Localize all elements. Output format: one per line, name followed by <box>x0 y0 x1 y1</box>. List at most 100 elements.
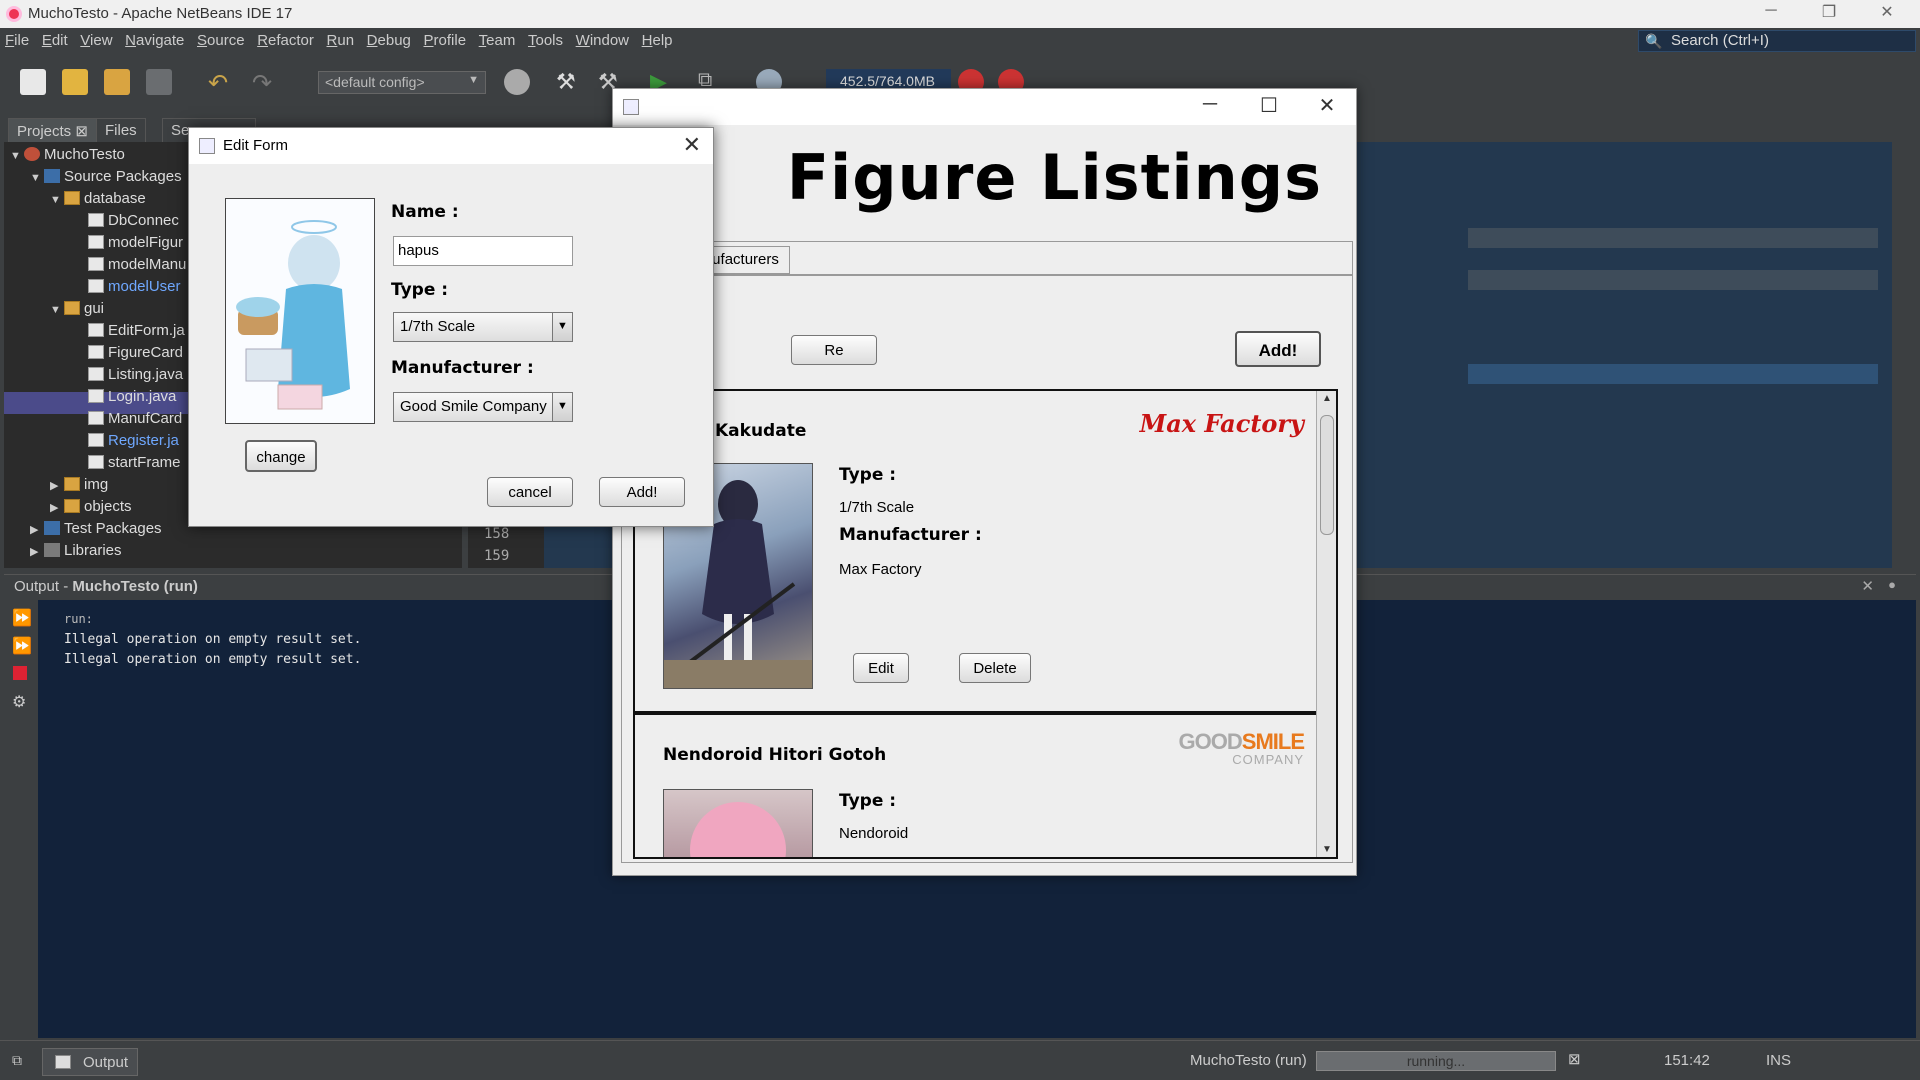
chevron-down-icon: ▼ <box>468 74 479 86</box>
menu-help[interactable]: Help <box>637 28 677 49</box>
tree-label: startFrame <box>108 454 181 471</box>
menu-run[interactable]: Run <box>322 28 359 49</box>
tree-node-libraries[interactable]: ▶ Libraries <box>30 542 122 564</box>
tree-node-file[interactable]: DbConnec <box>88 212 179 234</box>
chevron-down-icon[interactable]: ▼ <box>552 313 572 341</box>
tree-node-file[interactable]: Login.java <box>88 388 176 410</box>
undo-icon[interactable]: ↶ <box>208 69 234 97</box>
output-window-button[interactable]: Output <box>42 1048 138 1076</box>
manufacturer-select[interactable]: Good Smile Company ▼ <box>393 392 573 422</box>
save-all-icon[interactable] <box>146 69 172 95</box>
tree-node-file[interactable]: Listing.java <box>88 366 183 388</box>
menu-window[interactable]: Window <box>571 28 633 49</box>
tree-node-file[interactable]: EditForm.ja <box>88 322 185 344</box>
output-title-prefix: Output - <box>14 578 73 595</box>
menu-debug[interactable]: Debug <box>362 28 415 49</box>
cancel-run-icon[interactable]: ⊠ <box>1568 1050 1581 1068</box>
scroll-thumb[interactable] <box>1320 415 1334 535</box>
listing-tab-bar: Manufacturers <box>621 241 1353 275</box>
minimize-icon[interactable]: ─ <box>1742 2 1800 20</box>
close-icon[interactable]: ⊠ <box>75 123 88 140</box>
add-figure-button[interactable]: Add! <box>1235 331 1321 367</box>
tree-node-database[interactable]: ▼ database <box>50 190 146 212</box>
menu-tools[interactable]: Tools <box>523 28 567 49</box>
java-file-icon <box>88 411 104 425</box>
change-image-button[interactable]: change <box>245 440 317 472</box>
close-icon[interactable]: ✕ <box>1861 577 1874 595</box>
menu-file[interactable]: File <box>0 28 33 49</box>
tab-projects[interactable]: Projects ⊠ <box>8 118 97 142</box>
close-icon[interactable]: ✕ <box>1307 93 1347 118</box>
build-hammer-icon[interactable]: ⚒ <box>556 69 582 95</box>
globe-icon[interactable] <box>504 69 530 95</box>
tree-node-file[interactable]: Register.ja <box>88 432 179 454</box>
tree-label: modelUser <box>108 278 181 295</box>
minimize-icon[interactable]: ─ <box>1190 93 1230 116</box>
tree-node-source-packages[interactable]: ▼ Source Packages <box>30 168 182 190</box>
expand-arrow-icon[interactable]: ▼ <box>10 150 24 162</box>
scroll-down-icon[interactable]: ▼ <box>1322 844 1332 855</box>
name-input[interactable]: hapus <box>393 236 573 266</box>
new-project-icon[interactable] <box>62 69 88 95</box>
refresh-button[interactable]: Re <box>791 335 877 365</box>
menu-source[interactable]: Source <box>192 28 249 49</box>
java-file-icon <box>88 279 104 293</box>
menu-team[interactable]: Team <box>474 28 520 49</box>
run-progress-bar: running... <box>1316 1051 1556 1071</box>
edit-button[interactable]: Edit <box>853 653 909 683</box>
good-smile-company-logo: GOODSMILE COMPANY <box>1179 731 1305 767</box>
tree-node-img[interactable]: ▶ img <box>50 476 108 498</box>
close-icon[interactable]: ✕ <box>683 132 701 158</box>
open-project-icon[interactable] <box>104 69 130 95</box>
vertical-scrollbar[interactable]: ▲ ▼ <box>1316 391 1336 857</box>
cancel-button[interactable]: cancel <box>487 477 573 507</box>
expand-arrow-icon[interactable]: ▼ <box>50 194 64 206</box>
redo-icon[interactable]: ↷ <box>252 69 278 97</box>
window-icon[interactable]: ⧉ <box>12 1052 22 1069</box>
tree-node-project[interactable]: ▼ MuchoTesto <box>10 146 125 168</box>
add-button[interactable]: Add! <box>599 477 685 507</box>
tree-node-file[interactable]: modelManu <box>88 256 186 278</box>
minimize-panel-icon[interactable]: ● <box>1888 577 1896 592</box>
tab-files[interactable]: Files <box>96 118 146 142</box>
new-file-icon[interactable] <box>20 69 46 95</box>
tree-node-gui[interactable]: ▼ gui <box>50 300 104 322</box>
config-select[interactable]: <default config> ▼ <box>318 71 486 94</box>
delete-button[interactable]: Delete <box>959 653 1031 683</box>
expand-arrow-icon[interactable]: ▼ <box>30 172 44 184</box>
expand-arrow-icon[interactable]: ▼ <box>50 304 64 316</box>
menu-refactor[interactable]: Refactor <box>252 28 318 49</box>
figure-list-scroll[interactable]: Kakudate Max Factory Type : 1/7th Scale … <box>633 389 1338 859</box>
menu-edit[interactable]: Edit <box>37 28 72 49</box>
maximize-icon[interactable]: ☐ <box>1249 93 1289 118</box>
rerun-icon[interactable]: ⏩ <box>12 608 32 628</box>
tree-node-file[interactable]: FigureCard <box>88 344 183 366</box>
type-select[interactable]: 1/7th Scale ▼ <box>393 312 573 342</box>
tree-node-file[interactable]: modelUser <box>88 278 181 300</box>
stop-icon[interactable] <box>13 666 27 680</box>
edit-form-title: Edit Form <box>223 137 289 154</box>
rerun-with-args-icon[interactable]: ⏩ <box>12 636 32 656</box>
expand-arrow-icon[interactable]: ▶ <box>30 523 44 536</box>
scroll-up-icon[interactable]: ▲ <box>1322 393 1332 404</box>
expand-arrow-icon[interactable]: ▶ <box>50 501 64 514</box>
tree-node-file[interactable]: modelFigur <box>88 234 183 256</box>
menu-view[interactable]: View <box>75 28 116 49</box>
restore-icon[interactable]: ❐ <box>1800 2 1858 22</box>
close-icon[interactable]: ✕ <box>1858 2 1916 22</box>
tree-node-file[interactable]: ManufCard <box>88 410 182 432</box>
tree-node-test-packages[interactable]: ▶ Test Packages <box>30 520 162 542</box>
tree-label: Register.ja <box>108 432 179 449</box>
tree-label: gui <box>84 300 105 317</box>
ide-search-box[interactable]: 🔍 Search (Ctrl+I) <box>1638 30 1916 52</box>
expand-arrow-icon[interactable]: ▶ <box>30 545 44 558</box>
menu-profile[interactable]: Profile <box>419 28 471 49</box>
tree-node-file[interactable]: startFrame <box>88 454 181 476</box>
expand-arrow-icon[interactable]: ▶ <box>50 479 64 492</box>
chevron-down-icon[interactable]: ▼ <box>552 393 572 421</box>
java-file-icon <box>88 213 104 227</box>
manufacturer-label: Manufacturer : <box>839 525 982 545</box>
tree-node-objects[interactable]: ▶ objects <box>50 498 132 520</box>
menu-navigate[interactable]: Navigate <box>120 28 188 49</box>
settings-icon[interactable]: ⚙ <box>12 692 26 712</box>
